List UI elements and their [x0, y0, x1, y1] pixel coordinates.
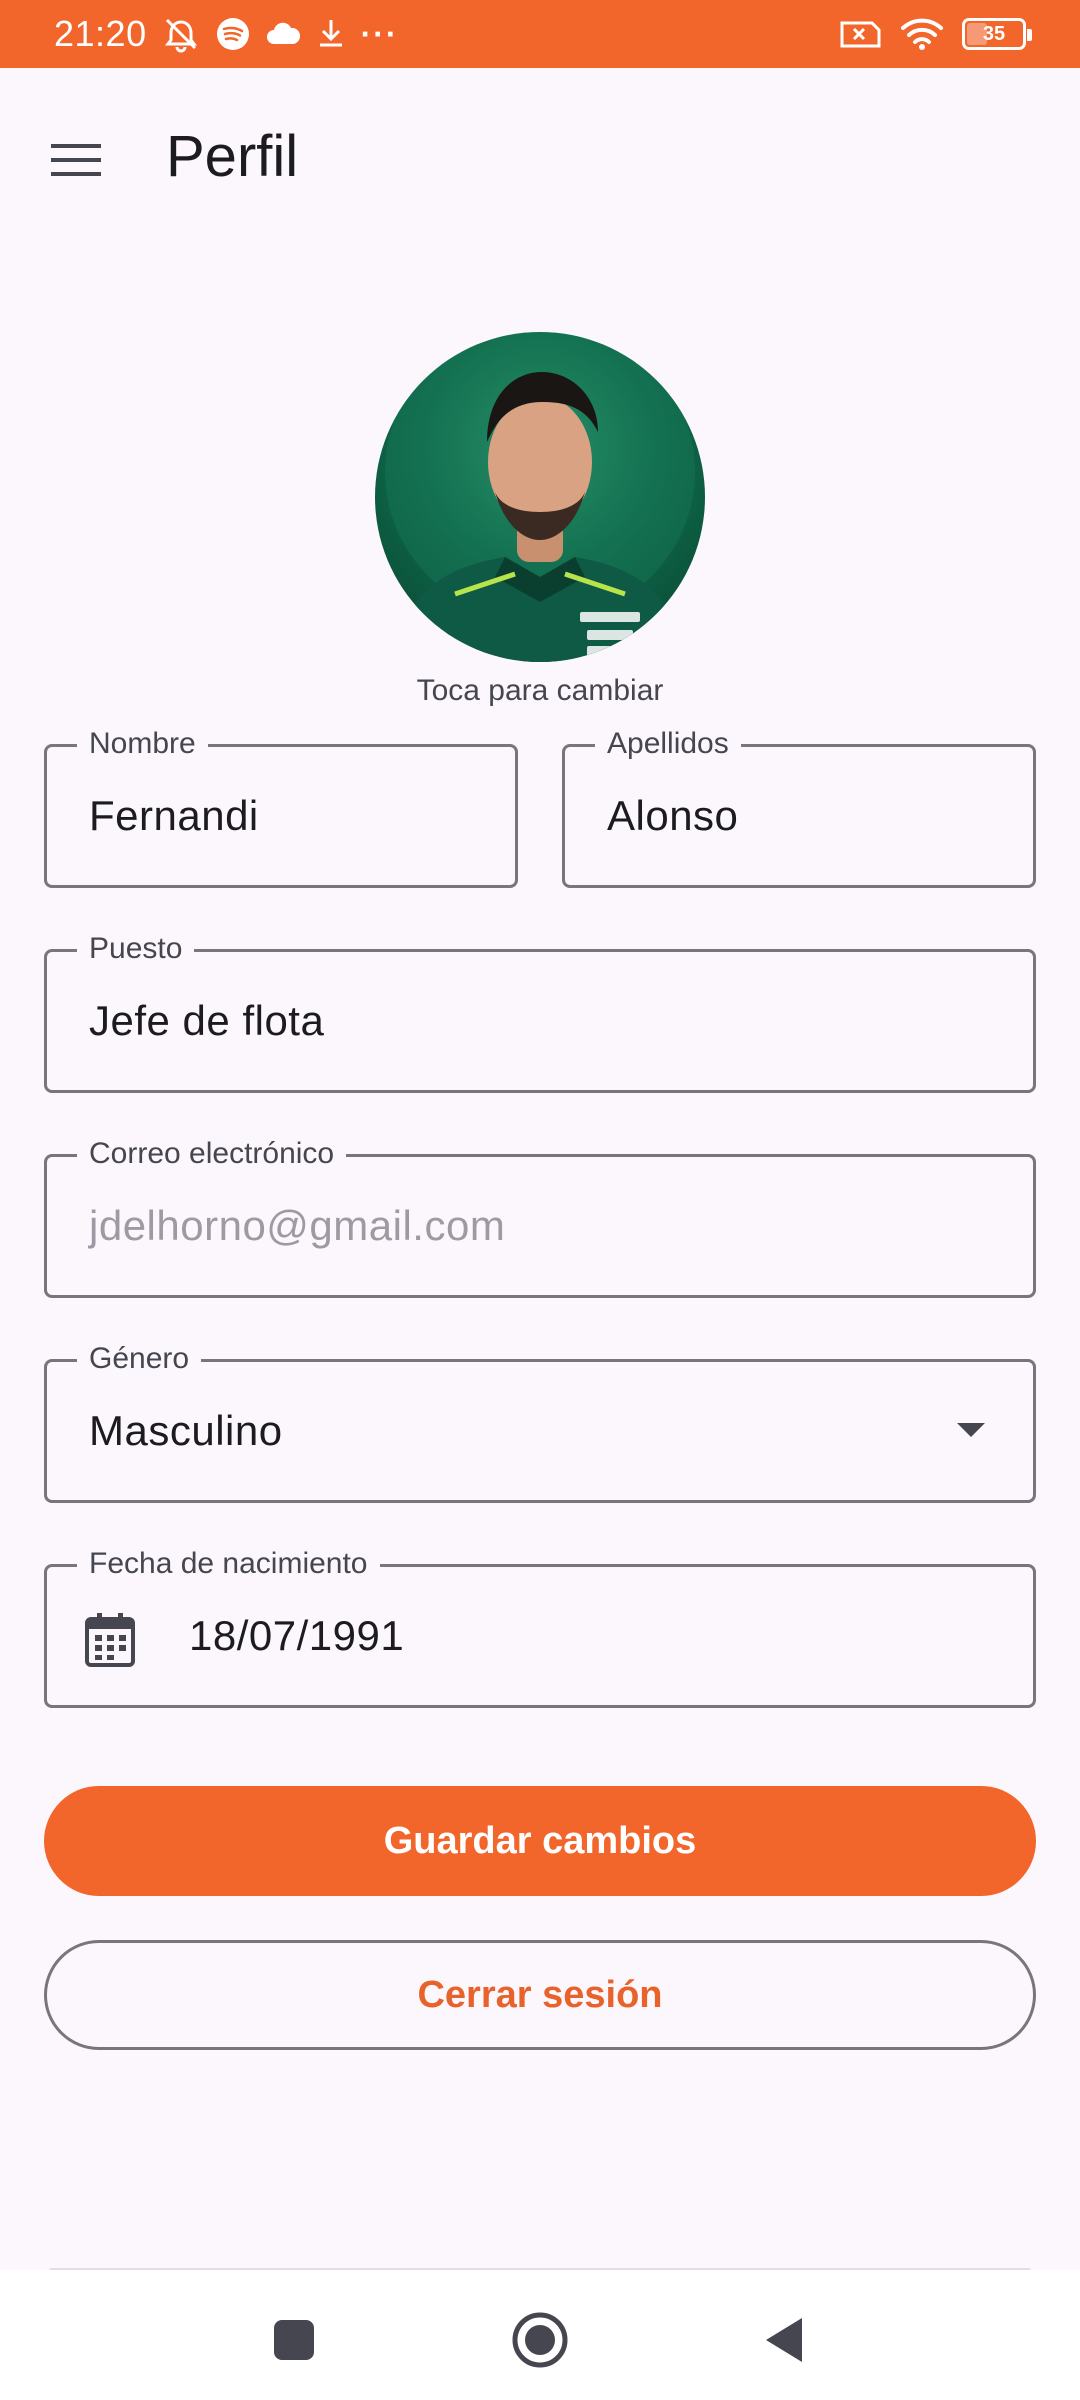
- navigation-bar: [0, 2270, 1080, 2400]
- dropdown-arrow-icon[interactable]: [957, 1423, 985, 1437]
- avatar[interactable]: [375, 332, 705, 662]
- first-name-field[interactable]: Nombre Fernandi: [44, 725, 518, 888]
- battery-icon: 35: [962, 18, 1032, 50]
- cloud-icon: [265, 20, 301, 48]
- more-icon: ···: [360, 15, 399, 52]
- menu-icon: [51, 144, 101, 176]
- recents-button[interactable]: [264, 2310, 324, 2370]
- recents-icon: [274, 2320, 314, 2360]
- position-value: Jefe de flota: [89, 997, 325, 1044]
- last-name-value: Alonso: [607, 792, 739, 839]
- gender-value: Masculino: [89, 1407, 283, 1454]
- calendar-icon[interactable]: [83, 1611, 137, 1669]
- email-placeholder: jdelhorno@gmail.com: [89, 1202, 506, 1249]
- birth-date-value: 18/07/1991: [189, 1612, 405, 1659]
- back-button[interactable]: [754, 2310, 814, 2370]
- sim-off-icon: [838, 17, 882, 51]
- alarm-off-icon: [161, 14, 201, 54]
- wifi-icon: [900, 17, 944, 51]
- avatar-hint: Toca para cambiar: [416, 674, 664, 707]
- spotify-icon: [215, 16, 251, 52]
- status-right: 35: [838, 17, 1032, 51]
- save-button[interactable]: Guardar cambios: [44, 1786, 1036, 1896]
- home-button[interactable]: [510, 2310, 570, 2370]
- email-field[interactable]: Correo electrónico jdelhorno@gmail.com: [44, 1135, 1036, 1298]
- first-name-value: Fernandi: [89, 792, 259, 839]
- status-bar: 21:20 ··· 35: [0, 0, 1080, 68]
- status-left: 21:20 ···: [54, 13, 399, 55]
- battery-level: 35: [982, 22, 1006, 45]
- home-icon: [512, 2312, 568, 2368]
- avatar-photo: [385, 332, 695, 662]
- page-title: Perfil: [166, 124, 299, 189]
- logout-button[interactable]: Cerrar sesión: [44, 1940, 1036, 2050]
- menu-button[interactable]: [36, 120, 116, 200]
- download-icon: [315, 17, 347, 51]
- app-bar: Perfil: [0, 68, 1080, 244]
- birth-date-field[interactable]: Fecha de nacimiento 18/07/1991: [44, 1545, 1036, 1708]
- position-field[interactable]: Puesto Jefe de flota: [44, 930, 1036, 1093]
- last-name-field[interactable]: Apellidos Alonso: [562, 725, 1036, 888]
- status-time: 21:20: [54, 13, 147, 54]
- gender-select[interactable]: Género Masculino: [44, 1340, 1036, 1503]
- back-icon: [766, 2318, 802, 2362]
